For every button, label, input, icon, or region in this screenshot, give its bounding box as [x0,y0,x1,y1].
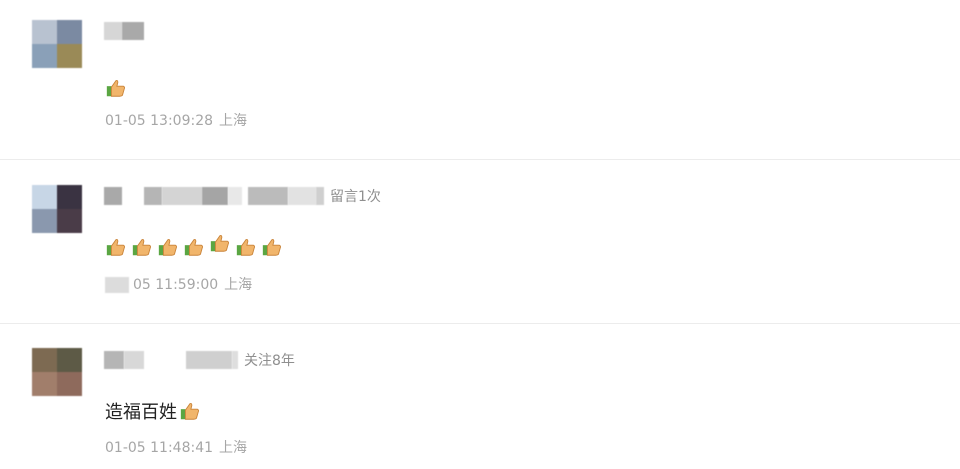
comment-location: 上海 [219,113,248,129]
author-tag: 留言1次 [330,189,381,205]
thumbs-up-icon [106,79,126,97]
comment-reactions [105,77,127,99]
avatar[interactable] [32,20,82,68]
thumbs-up-icon [132,238,152,256]
thumbs-up-icon [210,234,230,252]
thumbs-up-icon [158,238,178,256]
comment-item: 留言1次 05 11:59:00 上海 [0,160,960,324]
comment-location: 上海 [224,277,253,293]
thumbs-up-icon [236,238,256,256]
author-name[interactable]: 留言1次 [104,186,381,206]
comment-item: 关注8年 造福百姓 01-05 11:48:41 上海 [0,324,960,469]
comment-meta: 05 11:59:00 上海 [105,274,252,294]
comment-content: 造福百姓 [105,398,201,424]
comment-item: 01-05 13:09:28 上海 [0,0,960,160]
avatar[interactable] [32,185,82,233]
avatar[interactable] [32,348,82,396]
thumbs-up-icon [184,238,204,256]
comment-time: 01-05 11:48:41 [105,440,214,456]
thumbs-up-icon [262,238,282,256]
thumbs-up-icon [106,238,126,256]
comment-meta: 01-05 11:48:41 上海 [105,437,247,457]
comment-text: 造福百姓 [105,402,177,423]
thumbs-up-icon [180,402,200,420]
author-name[interactable] [104,21,144,41]
author-name[interactable]: 关注8年 [104,350,295,370]
comment-reactions [105,228,283,258]
comment-location: 上海 [219,440,248,456]
comment-time: 01-05 13:09:28 [105,113,214,129]
author-tag: 关注8年 [244,353,295,369]
comment-time: 05 11:59:00 [133,277,219,293]
comment-meta: 01-05 13:09:28 上海 [105,110,247,130]
